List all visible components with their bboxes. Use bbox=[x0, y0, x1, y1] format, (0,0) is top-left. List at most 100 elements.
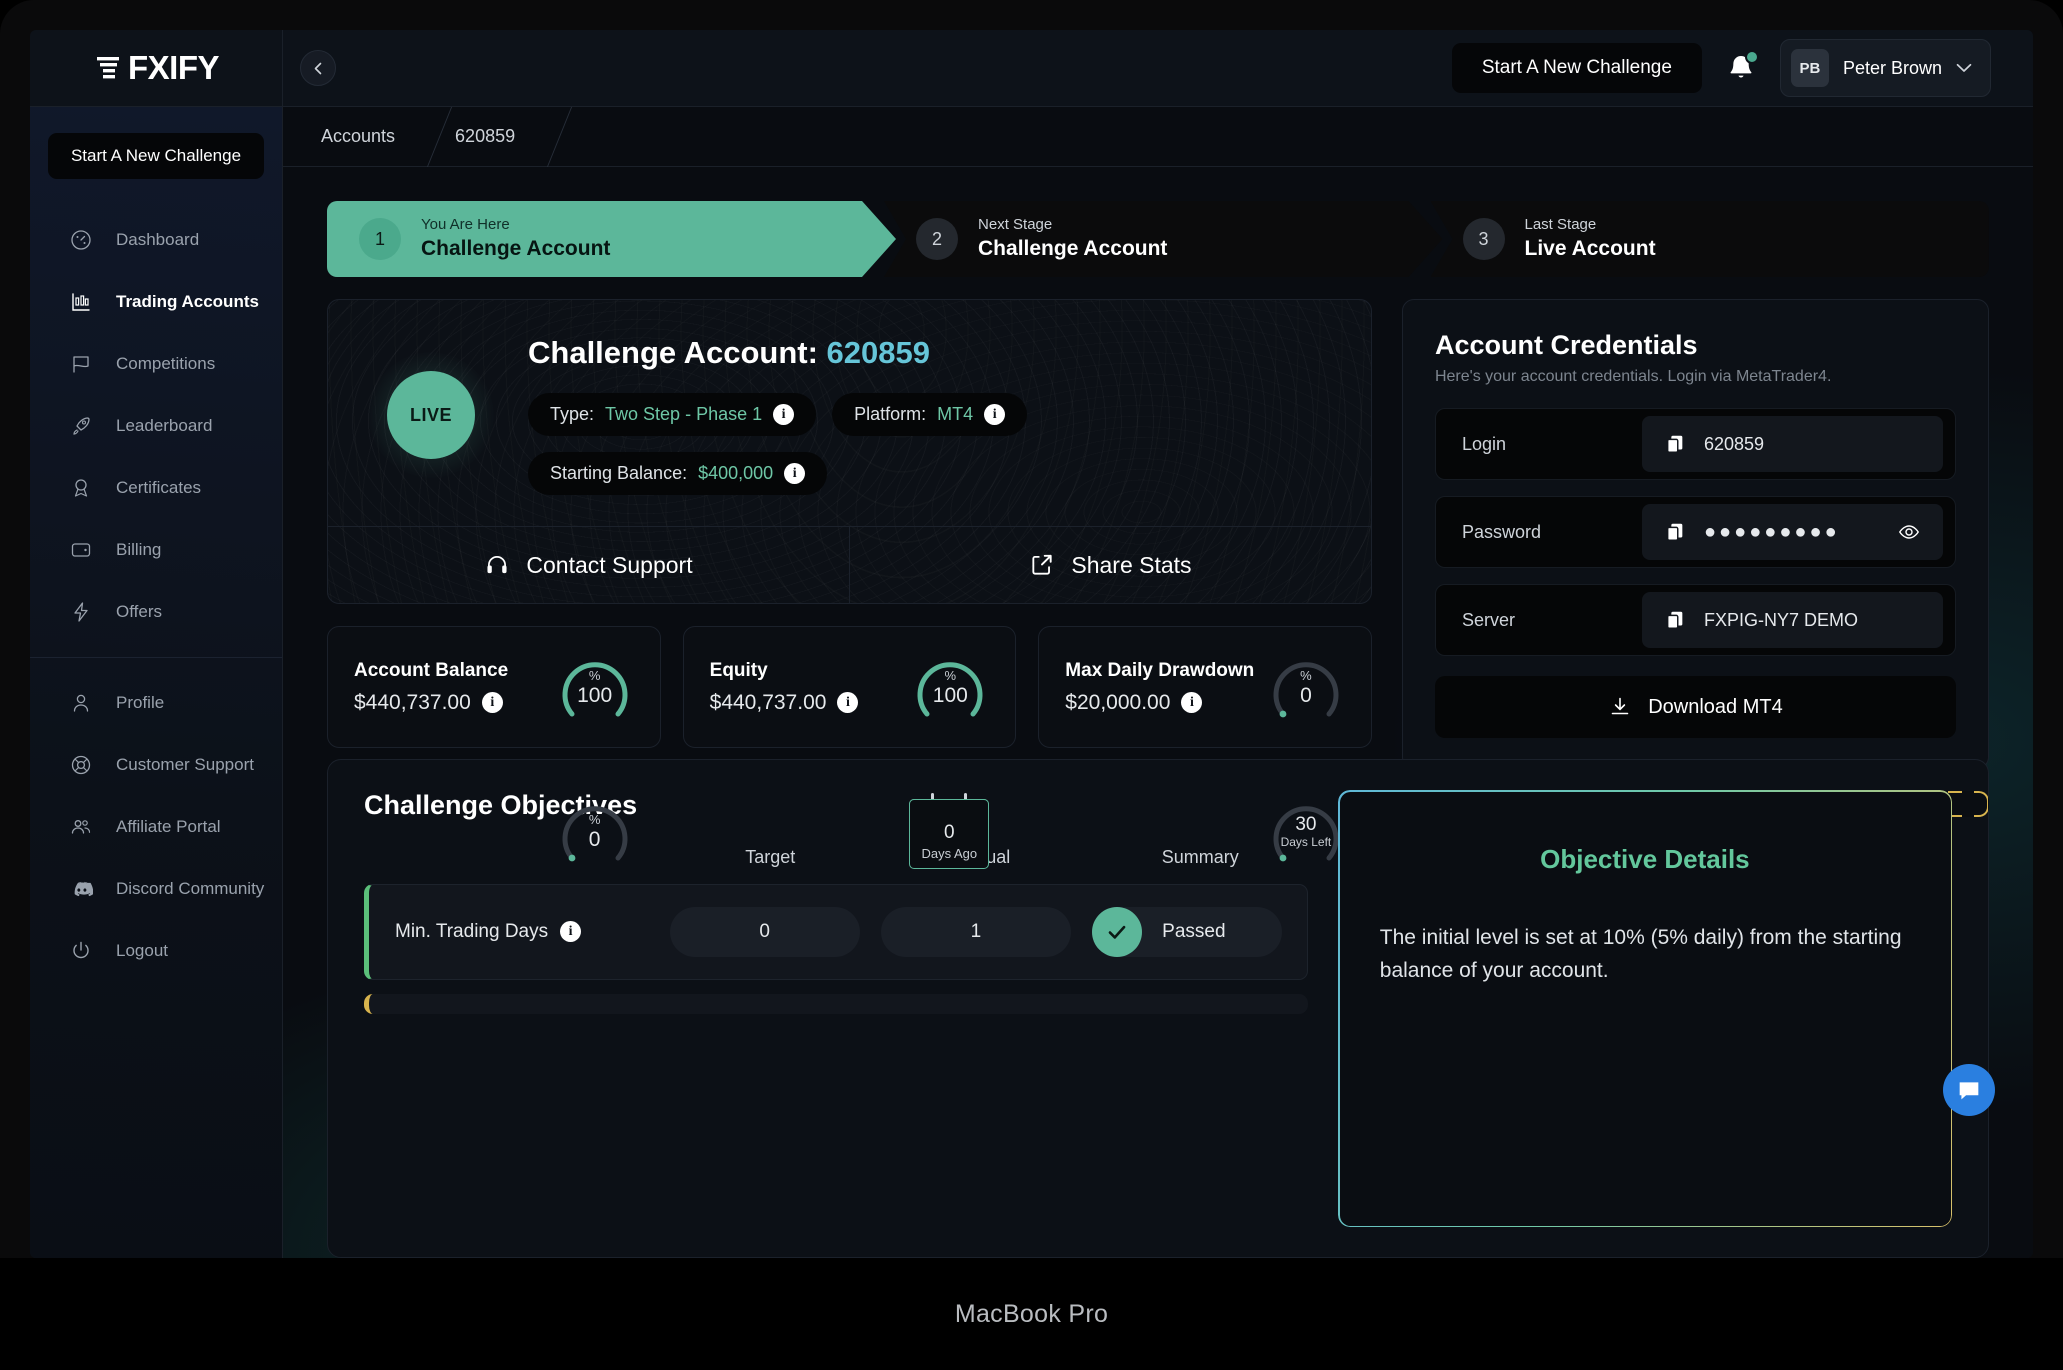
sidebar-item-offers[interactable]: Offers bbox=[30, 581, 282, 643]
pill-type: Type: Two Step - Phase 1 i bbox=[528, 393, 817, 436]
stat-value-wrap: $440,737.00 i bbox=[354, 691, 508, 715]
info-icon[interactable]: i bbox=[773, 404, 795, 425]
chat-icon bbox=[1959, 1082, 1979, 1100]
objective-name-cell: Min. Trading Days i bbox=[395, 921, 659, 943]
user-icon bbox=[68, 690, 94, 716]
stage-1[interactable]: 1 You Are Here Challenge Account bbox=[327, 201, 896, 277]
pill-key: Type: bbox=[550, 404, 595, 424]
account-credentials: Account Credentials Here's your account … bbox=[1403, 300, 1988, 768]
info-icon[interactable]: i bbox=[837, 692, 859, 713]
left-column: LIVE Challenge Account: 620859 Type: Two… bbox=[327, 299, 1372, 892]
copy-icon[interactable] bbox=[1664, 433, 1686, 455]
account-credentials-card: Account Credentials Here's your account … bbox=[1401, 299, 1989, 769]
chat-widget-button[interactable] bbox=[1943, 1064, 1995, 1116]
gauge-max-daily-drawdown: % 0 bbox=[1267, 648, 1345, 726]
stat-value: $440,737.00 bbox=[354, 690, 471, 714]
discord-icon bbox=[68, 876, 94, 902]
pill-value: Two Step - Phase 1 bbox=[605, 404, 763, 424]
header-actions: Start A New Challenge PB Peter Brown bbox=[1450, 39, 2033, 97]
sidebar-item-billing[interactable]: Billing bbox=[30, 519, 282, 581]
info-icon[interactable]: i bbox=[560, 921, 582, 942]
stage-title: Challenge Account bbox=[978, 236, 1168, 260]
credential-key: Login bbox=[1461, 433, 1506, 454]
copy-icon[interactable] bbox=[1664, 609, 1686, 631]
notifications-button[interactable] bbox=[1724, 50, 1759, 85]
gauge-percent-symbol: % bbox=[944, 667, 957, 683]
sidebar-item-dashboard[interactable]: Dashboard bbox=[30, 209, 282, 271]
credentials-title: Account Credentials bbox=[1434, 330, 1698, 360]
eye-icon[interactable] bbox=[1897, 520, 1921, 544]
sidebar-item-customer-support[interactable]: Customer Support bbox=[30, 734, 282, 796]
sidebar-item-label: Offers bbox=[116, 602, 162, 621]
credential-value: 620859 bbox=[1703, 433, 1765, 454]
stat-label: Equity bbox=[709, 659, 768, 681]
sidebar-divider bbox=[30, 657, 282, 658]
objective-details-panel: Objective Details The initial level is s… bbox=[1337, 789, 1952, 1227]
stage-progress: 1 You Are Here Challenge Account 2 Next … bbox=[327, 201, 1989, 277]
sidebar-item-profile[interactable]: Profile bbox=[30, 672, 282, 734]
objective-summary-cell: Passed bbox=[1082, 906, 1293, 957]
sidebar-item-logout[interactable]: Logout bbox=[30, 920, 282, 982]
stage-3[interactable]: 3 Last Stage Live Account bbox=[1430, 201, 1989, 277]
calendar-icon: 0 Days Ago bbox=[909, 793, 990, 869]
info-icon[interactable]: i bbox=[984, 404, 1006, 425]
stat-equity: Equity $440,737.00 i % 100 bbox=[682, 626, 1017, 748]
download-mt4-label: Download MT4 bbox=[1648, 695, 1783, 718]
objective-details-body: The initial level is set at 10% (5% dail… bbox=[1379, 925, 1902, 983]
share-stats-button[interactable]: Share Stats bbox=[848, 527, 1371, 603]
objective-details-title: Objective Details bbox=[1540, 843, 1750, 874]
trading-accounts-icon bbox=[68, 289, 94, 315]
sidebar-item-affiliate-portal[interactable]: Affiliate Portal bbox=[30, 796, 282, 858]
check-icon bbox=[1092, 906, 1143, 957]
stat-label: Account Balance bbox=[354, 659, 509, 681]
screen: FXIFY Start A New Challenge PB Peter Bro… bbox=[30, 30, 2033, 1258]
calendar-sub: Days Ago bbox=[921, 845, 978, 861]
sidebar-item-label: Profile bbox=[116, 693, 165, 712]
breadcrumb-item-accounts[interactable]: Accounts bbox=[321, 126, 395, 147]
stage-number: 3 bbox=[1462, 218, 1505, 260]
copy-icon[interactable] bbox=[1664, 521, 1686, 543]
sidebar-item-certificates[interactable]: Certificates bbox=[30, 457, 282, 519]
gauge-number: 100 bbox=[577, 683, 613, 707]
start-new-challenge-button[interactable]: Start A New Challenge bbox=[1450, 41, 1704, 95]
download-mt4-button[interactable]: Download MT4 bbox=[1433, 674, 1958, 740]
users-icon bbox=[68, 814, 94, 840]
gauge-number: 0 bbox=[588, 827, 601, 851]
brand-logo[interactable]: FXIFY bbox=[30, 30, 283, 106]
fxify-logo-icon bbox=[96, 57, 119, 79]
credential-row-login: Login 620859 bbox=[1434, 408, 1956, 480]
gauge-sub: Days Left bbox=[1280, 834, 1332, 849]
stage-2[interactable]: 2 Next Stage Challenge Account bbox=[884, 201, 1442, 277]
info-icon[interactable]: i bbox=[784, 463, 806, 484]
sidebar-collapse-button[interactable] bbox=[300, 50, 336, 86]
info-icon[interactable]: i bbox=[1181, 692, 1203, 713]
sidebar-item-trading-accounts[interactable]: Trading Accounts bbox=[30, 271, 282, 333]
gauge-equity: % 100 bbox=[911, 648, 989, 726]
bolt-icon bbox=[68, 599, 94, 625]
credential-key: Password bbox=[1461, 521, 1541, 542]
dashboard-columns: LIVE Challenge Account: 620859 Type: Two… bbox=[327, 299, 1989, 892]
page-title: Challenge Account: 620859 bbox=[528, 335, 1331, 371]
sidebar-item-competitions[interactable]: Competitions bbox=[30, 333, 282, 395]
gauge-number: 30 bbox=[1295, 813, 1317, 835]
contact-support-button[interactable]: Contact Support bbox=[328, 527, 849, 603]
user-menu[interactable]: PB Peter Brown bbox=[1779, 39, 1991, 97]
info-icon[interactable]: i bbox=[481, 692, 503, 713]
sidebar-item-label: Logout bbox=[116, 941, 168, 960]
objective-actual-chip: 1 bbox=[880, 906, 1071, 957]
sidebar-item-leaderboard[interactable]: Leaderboard bbox=[30, 395, 282, 457]
sidebar: Start A New Challenge Dashboard Trading … bbox=[30, 107, 283, 1258]
contact-support-label: Contact Support bbox=[526, 551, 693, 578]
breadcrumb-item-account-id[interactable]: 620859 bbox=[455, 126, 515, 147]
sidebar-item-discord-community[interactable]: Discord Community bbox=[30, 858, 282, 920]
sidebar-start-challenge-button[interactable]: Start A New Challenge bbox=[46, 131, 266, 181]
content-area: 1 You Are Here Challenge Account 2 Next … bbox=[283, 167, 2033, 1258]
avatar: PB bbox=[1790, 49, 1829, 87]
gauge-account-balance: % 100 bbox=[556, 648, 634, 726]
credential-value-box: ●●●●●●●●● bbox=[1641, 504, 1943, 560]
pill-platform: Platform: MT4 i bbox=[832, 393, 1028, 436]
sidebar-item-label: Discord Community bbox=[116, 879, 265, 898]
share-stats-label: Share Stats bbox=[1071, 551, 1192, 578]
gauge-percent-symbol: % bbox=[588, 811, 601, 827]
objective-actual-cell: 1 bbox=[870, 906, 1081, 957]
